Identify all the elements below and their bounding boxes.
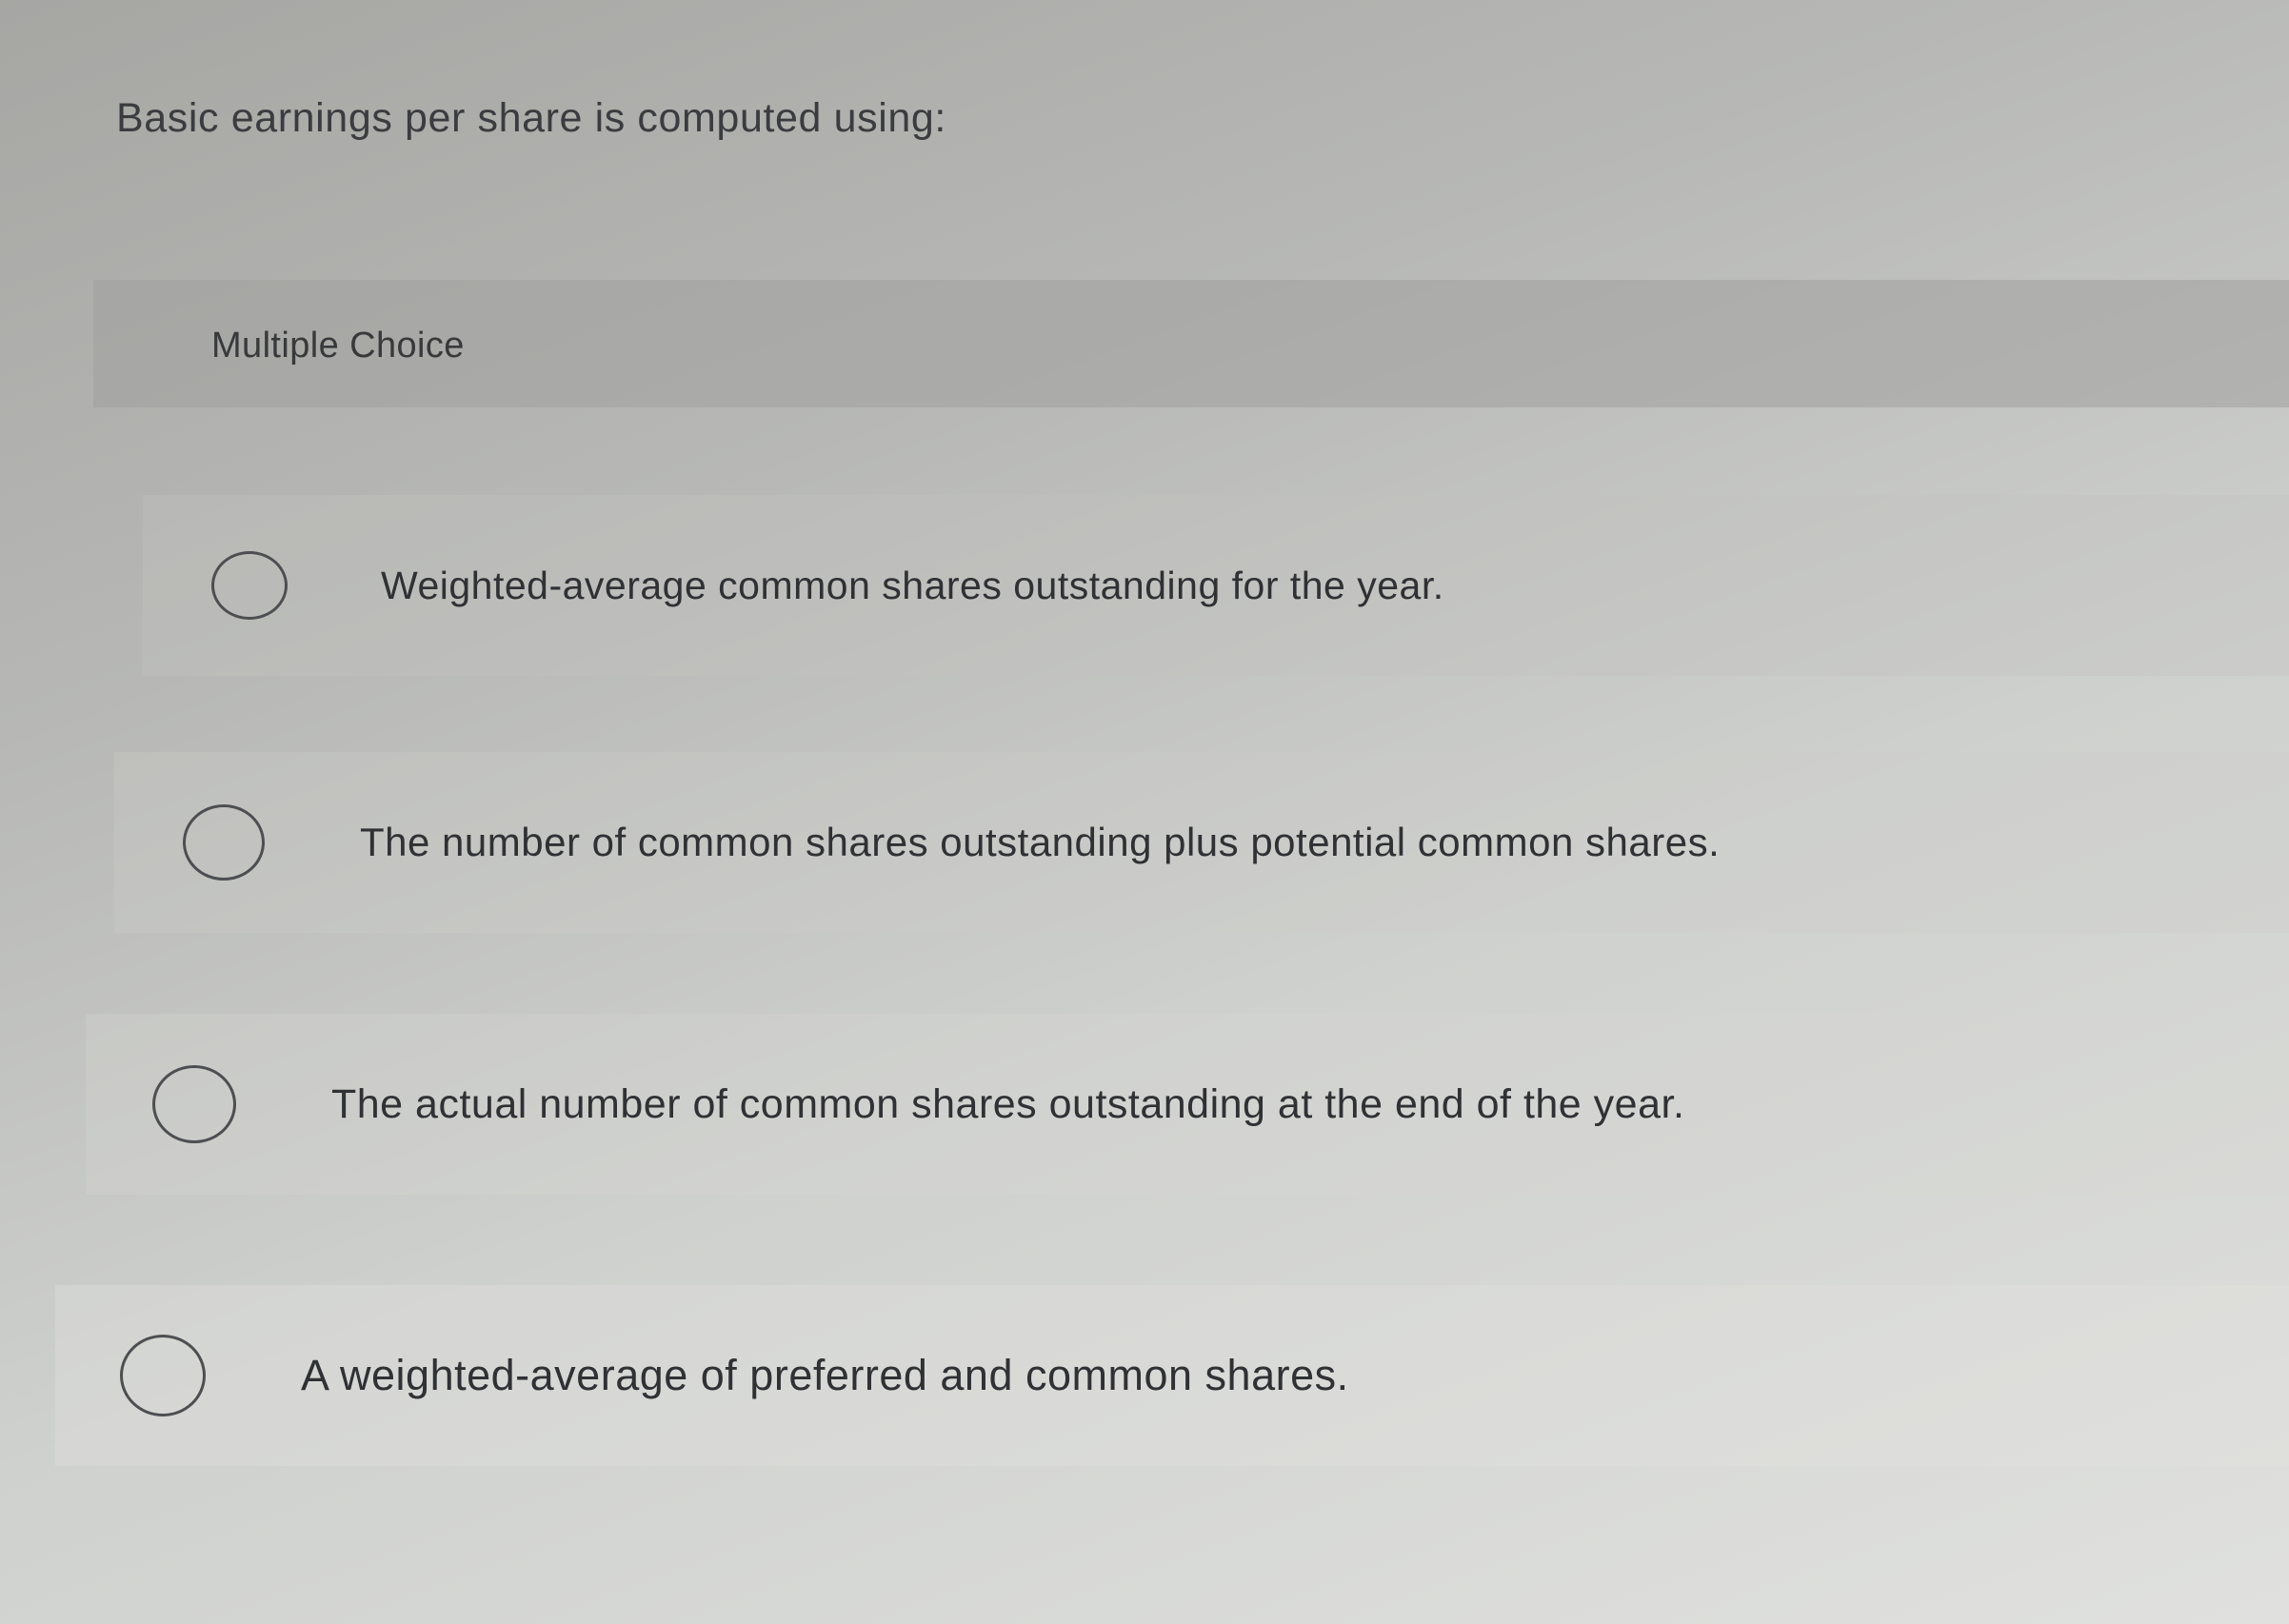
radio-button-3[interactable] (152, 1065, 236, 1143)
answer-option-2[interactable]: The number of common shares outstanding … (114, 752, 2289, 933)
radio-button-4[interactable] (120, 1335, 206, 1416)
answer-option-4[interactable]: A weighted-average of preferred and comm… (55, 1285, 2289, 1466)
radio-button-1[interactable] (211, 551, 288, 620)
answer-option-text-3: The actual number of common shares outst… (331, 1080, 1685, 1127)
answer-options: Weighted-average common shares outstandi… (0, 0, 2289, 1624)
radio-button-2[interactable] (183, 804, 265, 881)
answer-option-3[interactable]: The actual number of common shares outst… (86, 1014, 2289, 1195)
answer-option-1[interactable]: Weighted-average common shares outstandi… (143, 495, 2289, 676)
answer-option-text-1: Weighted-average common shares outstandi… (381, 563, 1444, 607)
quiz-page: Basic earnings per share is computed usi… (0, 0, 2289, 1624)
answer-option-text-2: The number of common shares outstanding … (360, 820, 1721, 864)
answer-option-text-4: A weighted-average of preferred and comm… (301, 1351, 1349, 1399)
